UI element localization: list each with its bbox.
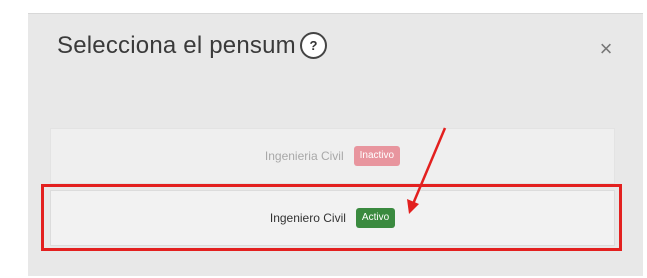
pensum-modal: Selecciona el pensum ? × Ingenieria Civi… bbox=[28, 13, 643, 276]
pensum-option-label: Ingeniero Civil bbox=[269, 211, 346, 225]
close-icon[interactable]: × bbox=[595, 38, 617, 60]
modal-title: Selecciona el pensum bbox=[57, 32, 296, 59]
pensum-option-label: Ingenieria Civil bbox=[264, 149, 344, 163]
status-badge: Inactivo bbox=[353, 146, 401, 166]
status-badge: Activo bbox=[355, 208, 396, 228]
help-button[interactable]: ? bbox=[300, 32, 327, 59]
pensum-option-inactive[interactable]: Ingenieria Civil Inactivo bbox=[50, 128, 615, 184]
pensum-option-active[interactable]: Ingeniero Civil Activo bbox=[50, 190, 615, 246]
screenshot-canvas: Selecciona el pensum ? × Ingenieria Civi… bbox=[0, 0, 647, 278]
